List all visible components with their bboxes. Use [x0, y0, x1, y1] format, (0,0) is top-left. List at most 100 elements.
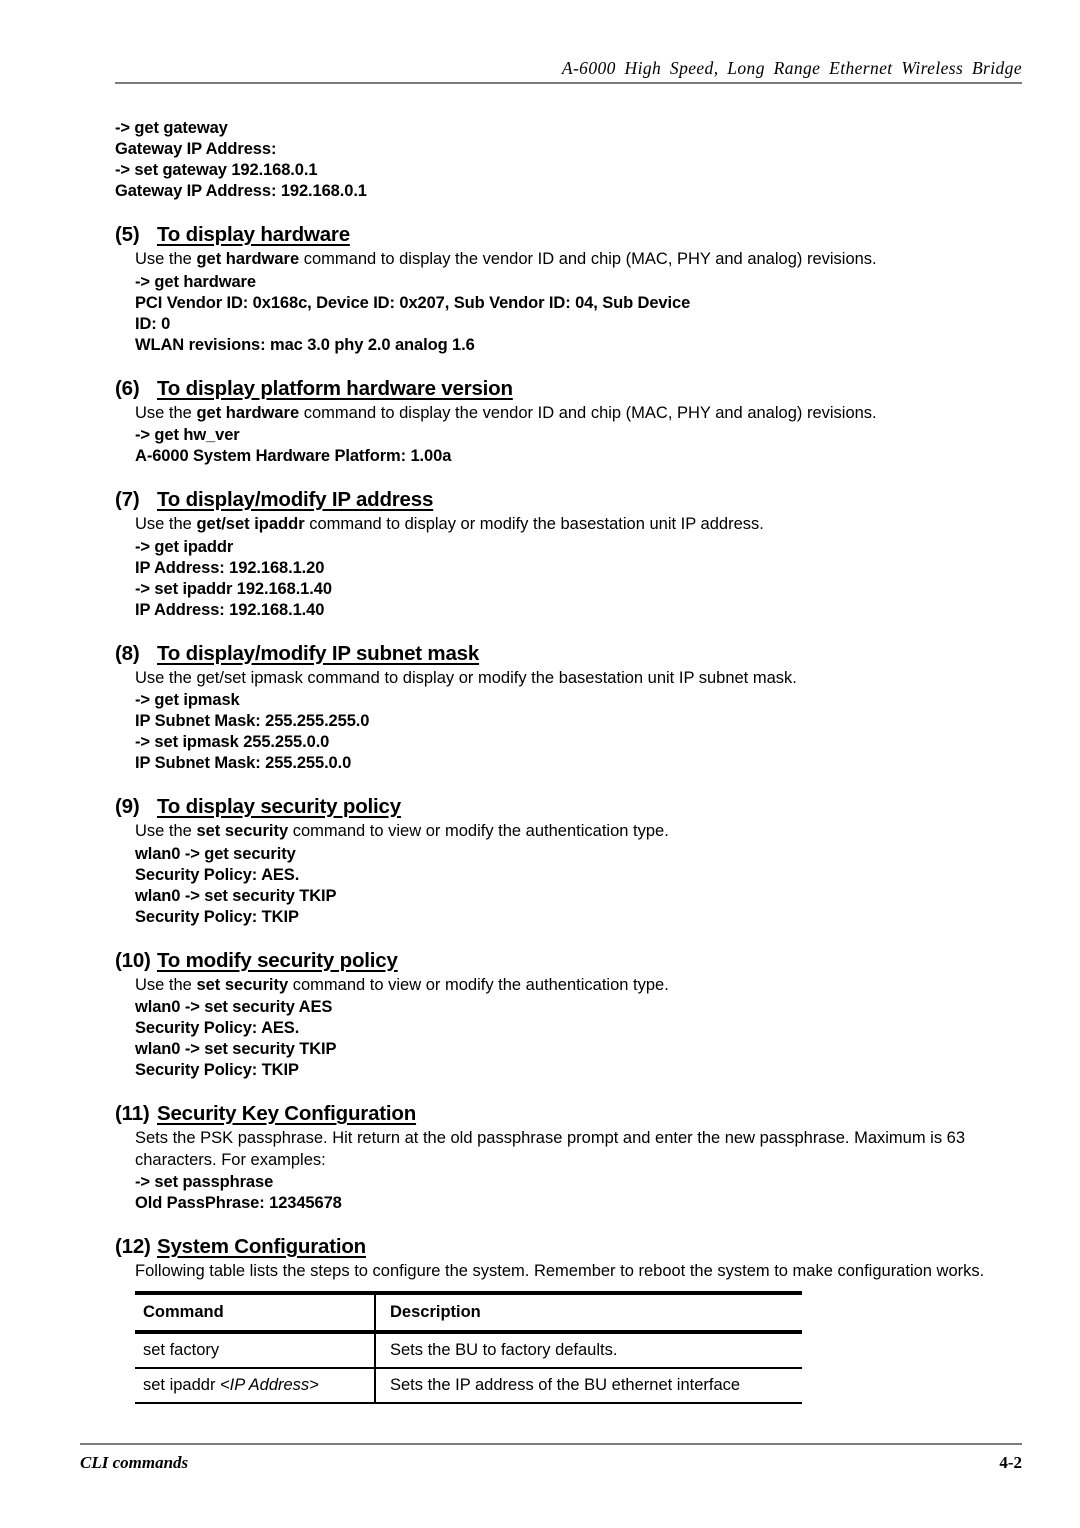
section-body: Use the set security command to view or …	[135, 821, 1022, 928]
section-12: (12) System Configuration Following tabl…	[115, 1234, 1022, 1404]
table-header-command: Command	[135, 1290, 376, 1334]
section-heading: (8) To display/modify IP subnet mask	[115, 641, 1022, 666]
desc-post: command to display the vendor ID and chi…	[299, 403, 877, 422]
section-heading: (10) To modify security policy	[115, 948, 1022, 973]
section-title: To display hardware	[157, 223, 350, 246]
section-description: Use the get/set ipmask command to displa…	[135, 668, 1022, 690]
footer-chapter-label: CLI commands	[80, 1453, 189, 1472]
section-title: To display platform hardware version	[157, 376, 513, 400]
desc-bold: set security	[196, 975, 289, 994]
section-number: (11)	[115, 1102, 150, 1125]
cli-line: WLAN revisions: mac 3.0 phy 2.0 analog 1…	[135, 335, 475, 354]
section-number: (7)	[115, 488, 140, 511]
cli-line: -> get hardware	[135, 272, 256, 291]
command-text: set factory	[143, 1340, 220, 1359]
desc-bold: get hardware	[196, 403, 300, 422]
table-row: set ipaddr <IP Address> Sets the IP addr…	[135, 1367, 802, 1404]
cli-line: PCI Vendor ID: 0x168c, Device ID: 0x207,…	[135, 293, 691, 312]
cli-line: wlan0 -> set security TKIP	[135, 886, 337, 905]
section-description: Use the get/set ipaddr command to displa…	[135, 514, 1022, 536]
running-header-title: A-6000 High Speed, Long Range Ethernet W…	[561, 58, 1022, 78]
table-cell-command: set factory	[135, 1331, 376, 1369]
section-title: To display/modify IP subnet mask	[157, 641, 480, 665]
section-11: (11) Security Key Configuration Sets the…	[115, 1101, 1022, 1214]
section-heading: (7) To display/modify IP address	[115, 487, 1022, 512]
section-number: (5)	[115, 223, 140, 246]
desc-pre: Use the	[135, 515, 197, 533]
section-heading: (5) To display hardware	[115, 222, 1022, 247]
section-6: (6) To display platform hardware version…	[115, 376, 1022, 468]
section-heading: (9) To display security policy	[115, 794, 1022, 819]
section-description: Following table lists the steps to confi…	[135, 1262, 985, 1280]
cli-line: wlan0 -> set security TKIP	[135, 1040, 337, 1058]
section-number: (8)	[115, 641, 140, 665]
desc-pre: Use the	[135, 975, 197, 994]
desc-pre: Use the	[135, 403, 197, 422]
command-placeholder: <IP Address>	[220, 1375, 319, 1394]
desc-pre: Use the	[135, 822, 197, 840]
cli-line: -> get ipmask	[135, 691, 240, 709]
section-description: Use the set security command to view or …	[135, 975, 1022, 997]
cli-block-gateway: -> get gateway Gateway IP Address: -> se…	[115, 118, 1022, 202]
cli-line: A-6000 System Hardware Platform: 1.00a	[135, 447, 452, 465]
cli-line: -> set ipaddr 192.168.1.40	[135, 579, 332, 598]
section-description: Use the get hardware command to display …	[135, 403, 1022, 425]
cli-line: IP Address: 192.168.1.20	[135, 558, 325, 577]
cli-line: Gateway IP Address: 192.168.0.1	[115, 182, 367, 200]
section-heading: (12) System Configuration	[115, 1234, 1022, 1259]
desc-pre: Use the get/set ipmask command to displa…	[135, 668, 797, 687]
desc-post: command to display or modify the basesta…	[304, 515, 764, 533]
section-description: Use the get hardware command to display …	[135, 249, 1022, 271]
cli-line: ID: 0	[135, 314, 171, 333]
cli-line: Old PassPhrase: 12345678	[135, 1194, 342, 1212]
cli-line: Security Policy: AES.	[135, 1019, 300, 1037]
section-description: Sets the PSK passphrase. Hit return at t…	[135, 1129, 966, 1169]
desc-post: command to view or modify the authentica…	[288, 975, 669, 994]
section-body: Sets the PSK passphrase. Hit return at t…	[135, 1128, 1022, 1214]
cli-line: Security Policy: TKIP	[135, 907, 299, 926]
desc-post: command to display the vendor ID and chi…	[299, 250, 877, 268]
section-body: Use the set security command to view or …	[135, 975, 1022, 1082]
cli-line: Security Policy: TKIP	[135, 1061, 299, 1079]
table-header-description: Description	[375, 1290, 802, 1334]
cli-line: IP Address: 192.168.1.40	[135, 600, 325, 619]
section-8: (8) To display/modify IP subnet mask Use…	[115, 641, 1022, 775]
section-title: Security Key Configuration	[157, 1102, 417, 1125]
section-title: To display security policy	[157, 795, 401, 818]
page-running-header: A-6000 High Speed, Long Range Ethernet W…	[115, 58, 1022, 84]
section-7: (7) To display/modify IP address Use the…	[115, 487, 1022, 621]
cli-line: IP Subnet Mask: 255.255.0.0	[135, 754, 352, 772]
section-heading: (11) Security Key Configuration	[115, 1101, 1022, 1126]
section-number: (6)	[115, 376, 140, 400]
cli-line: -> get ipaddr	[135, 537, 234, 556]
table-header-row: Command Description	[135, 1290, 802, 1334]
section-body: Following table lists the steps to confi…	[135, 1261, 1022, 1404]
section-description: Use the set security command to view or …	[135, 821, 1022, 843]
desc-bold: get/set ipaddr	[196, 515, 305, 533]
desc-pre: Use the	[135, 250, 197, 268]
section-10: (10) To modify security policy Use the s…	[115, 948, 1022, 1082]
table-cell-command: set ipaddr <IP Address>	[135, 1367, 376, 1404]
footer-page-number: 4-2	[999, 1453, 1022, 1472]
system-configuration-table: Command Description set factory Sets the…	[135, 1290, 802, 1404]
desc-bold: set security	[196, 822, 289, 840]
section-body: Use the get hardware command to display …	[135, 403, 1022, 468]
cli-line: -> get hw_ver	[135, 426, 240, 444]
command-text: set ipaddr	[143, 1375, 221, 1394]
section-title: To display/modify IP address	[157, 488, 434, 511]
cli-line: wlan0 -> set security AES	[135, 998, 333, 1016]
section-title: To modify security policy	[157, 948, 398, 972]
cli-line: -> set passphrase	[135, 1173, 274, 1191]
cli-line: Gateway IP Address:	[115, 140, 277, 158]
cli-line: -> set gateway 192.168.0.1	[115, 161, 318, 179]
desc-post: command to view or modify the authentica…	[288, 822, 669, 840]
page-footer: CLI commands 4-2	[80, 1443, 1022, 1473]
document-page: A-6000 High Speed, Long Range Ethernet W…	[0, 0, 1080, 1528]
desc-bold: get hardware	[196, 250, 300, 268]
section-body: Use the get/set ipaddr command to displa…	[135, 514, 1022, 621]
section-number: (9)	[115, 795, 140, 818]
section-heading: (6) To display platform hardware version	[115, 376, 1022, 401]
section-body: Use the get hardware command to display …	[135, 249, 1022, 356]
table-row: set factory Sets the BU to factory defau…	[135, 1331, 802, 1369]
table-cell-description: Sets the BU to factory defaults.	[375, 1331, 802, 1369]
